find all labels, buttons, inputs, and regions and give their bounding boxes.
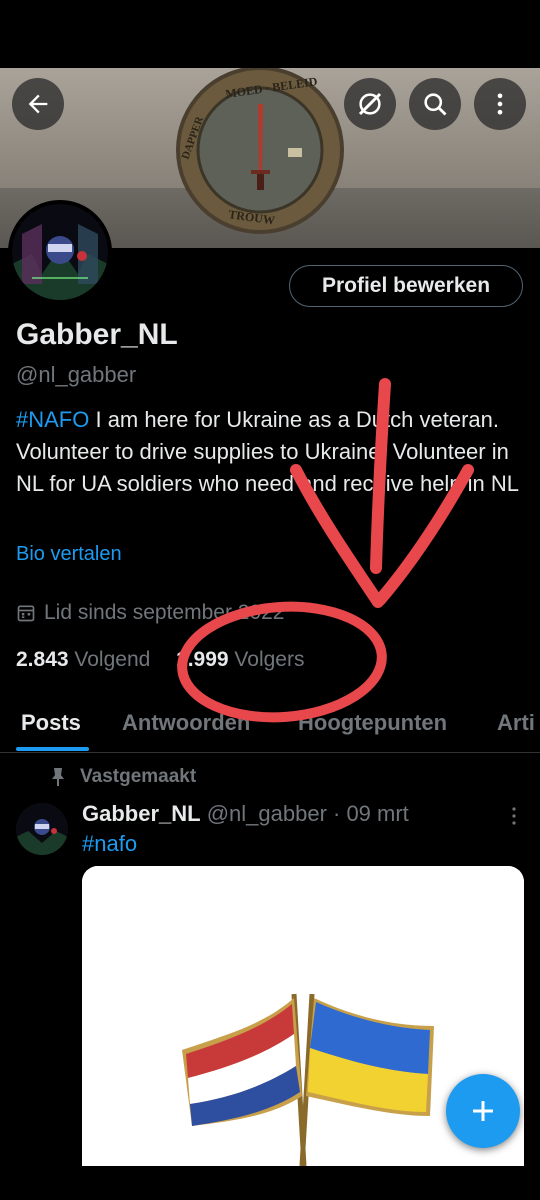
more-options-button[interactable] bbox=[474, 78, 526, 130]
avatar-image bbox=[12, 204, 108, 300]
followers-link[interactable]: 1.999 Volgers bbox=[176, 648, 304, 671]
active-tab-indicator bbox=[16, 747, 89, 751]
pin-icon bbox=[52, 768, 64, 786]
status-bar bbox=[0, 0, 540, 68]
compose-post-button[interactable] bbox=[446, 1074, 520, 1148]
post-meta: @nl_gabber · 09 mrt bbox=[200, 801, 409, 826]
joined-date: Lid sinds september 2022 bbox=[16, 601, 285, 625]
plus-icon bbox=[473, 1101, 493, 1121]
followers-label: Volgers bbox=[234, 648, 305, 671]
search-button[interactable] bbox=[409, 78, 461, 130]
more-vertical-icon bbox=[497, 93, 503, 115]
post-author-name[interactable]: Gabber_NL bbox=[82, 801, 201, 826]
profile-tabs: Posts Antwoorden Hoogtepunten Arti bbox=[0, 700, 540, 753]
post-author-avatar[interactable] bbox=[16, 803, 68, 855]
followers-count: 1.999 bbox=[176, 648, 229, 671]
post-avatar-image bbox=[16, 803, 68, 855]
bio-hashtag-link[interactable]: #NAFO bbox=[16, 407, 89, 432]
pinned-indicator: Vastgemaakt bbox=[50, 766, 196, 788]
tab-replies[interactable]: Antwoorden bbox=[122, 710, 250, 736]
tab-articles[interactable]: Arti bbox=[497, 710, 535, 736]
post-more-button[interactable] bbox=[506, 806, 522, 831]
pinned-label: Vastgemaakt bbox=[80, 766, 197, 787]
back-arrow-icon bbox=[28, 94, 48, 114]
following-link[interactable]: 2.843 Volgend bbox=[16, 648, 150, 671]
search-icon bbox=[424, 93, 447, 116]
grok-icon bbox=[358, 92, 382, 116]
handle: @nl_gabber bbox=[16, 362, 137, 387]
bio: #NAFO I am here for Ukraine as a Dutch v… bbox=[16, 404, 526, 500]
post-hashtag-link[interactable]: #nafo bbox=[82, 831, 137, 857]
tab-posts[interactable]: Posts bbox=[21, 710, 81, 736]
following-count: 2.843 bbox=[16, 648, 69, 671]
back-button[interactable] bbox=[12, 78, 64, 130]
bio-text: I am here for Ukraine as a Dutch veteran… bbox=[16, 407, 520, 496]
display-name: Gabber_NL bbox=[16, 318, 178, 351]
tab-highlights[interactable]: Hoogtepunten bbox=[298, 710, 447, 736]
joined-text: Lid sinds september 2022 bbox=[44, 601, 285, 624]
follow-stats: 2.843 Volgend 1.999 Volgers bbox=[16, 648, 304, 672]
profile-avatar[interactable] bbox=[8, 200, 112, 304]
edit-profile-button[interactable]: Profiel bewerken bbox=[289, 265, 523, 307]
calendar-icon bbox=[17, 605, 35, 622]
grok-button[interactable] bbox=[344, 78, 396, 130]
translate-bio-link[interactable]: Bio vertalen bbox=[16, 543, 122, 566]
following-label: Volgend bbox=[74, 648, 151, 671]
post-header: Gabber_NL @nl_gabber · 09 mrt bbox=[82, 801, 409, 827]
more-vertical-icon bbox=[512, 807, 516, 825]
